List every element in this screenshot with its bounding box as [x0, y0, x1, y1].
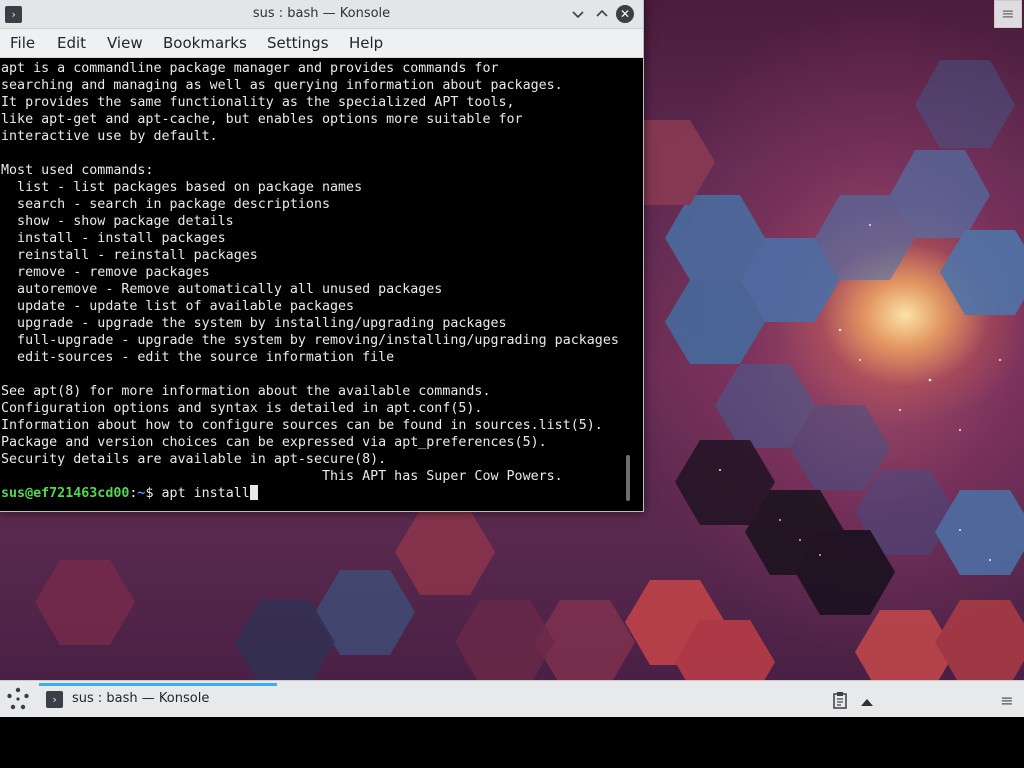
menu-settings[interactable]: Settings	[267, 34, 329, 52]
tray-expand-icon[interactable]	[859, 693, 875, 706]
chevron-up-icon	[596, 9, 608, 17]
prompt-command: apt install	[161, 486, 250, 501]
close-button[interactable]: ✕	[615, 4, 635, 24]
taskbar: › sus : bash — Konsole ≡	[0, 680, 1024, 717]
close-icon: ✕	[616, 5, 634, 23]
terminal-output: apt is a commandline package manager and…	[1, 61, 619, 484]
active-task-indicator	[39, 683, 277, 686]
task-konsole[interactable]: › sus : bash — Konsole	[39, 681, 277, 717]
application-launcher-icon	[7, 687, 29, 710]
hamburger-menu-icon: ≡	[1001, 4, 1015, 23]
application-launcher-button[interactable]	[4, 685, 32, 713]
menu-view[interactable]: View	[107, 34, 143, 52]
menu-file[interactable]: File	[10, 34, 35, 52]
panel-menu-button[interactable]: ≡	[998, 690, 1016, 710]
prompt-symbol: $	[145, 486, 162, 501]
menu-help[interactable]: Help	[349, 34, 383, 52]
desktop-toolbox-button[interactable]: ≡	[994, 0, 1022, 28]
konsole-window: › sus : bash — Konsole ✕ File Edit View …	[0, 0, 644, 512]
menubar: File Edit View Bookmarks Settings Help	[0, 29, 643, 58]
maximize-button[interactable]	[592, 4, 612, 24]
terminal-scrollbar[interactable]	[626, 455, 630, 501]
text-cursor	[249, 485, 258, 500]
clipboard-icon[interactable]	[832, 691, 848, 709]
window-titlebar[interactable]: › sus : bash — Konsole ✕	[0, 0, 643, 29]
hamburger-menu-icon: ≡	[1000, 690, 1014, 710]
chevron-down-icon	[572, 11, 584, 19]
menu-edit[interactable]: Edit	[57, 34, 86, 52]
screen-bottom-area	[0, 717, 1024, 768]
terminal-app-icon: ›	[46, 691, 63, 708]
prompt-line: sus@ef721463cd00:~$ apt install	[1, 485, 258, 502]
prompt-user-host: sus@ef721463cd00	[1, 486, 130, 501]
terminal-area[interactable]: apt is a commandline package manager and…	[0, 59, 641, 509]
task-label: sus : bash — Konsole	[72, 691, 210, 706]
minimize-button[interactable]	[568, 4, 588, 24]
window-title: sus : bash — Konsole	[252, 6, 391, 21]
menu-bookmarks[interactable]: Bookmarks	[163, 34, 247, 52]
